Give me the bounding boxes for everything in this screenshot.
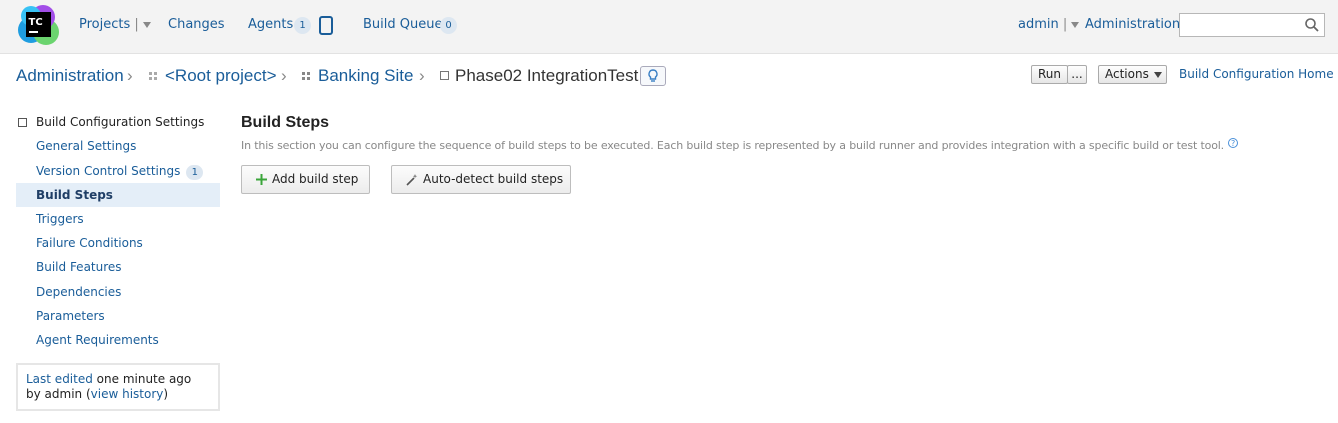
nav-build-queue[interactable]: Build Queue <box>363 17 442 32</box>
build-config-icon <box>440 71 449 80</box>
close-paren: ) <box>163 387 169 401</box>
sidebar-item-label[interactable]: Version Control Settings <box>36 164 180 178</box>
help-icon[interactable]: ? <box>1228 138 1239 148</box>
nav-projects-label[interactable]: Projects <box>79 17 130 32</box>
user-separator: | <box>1062 17 1068 32</box>
sidebar-item-failure-conditions[interactable]: Failure Conditions <box>16 231 220 255</box>
magic-wand-icon <box>406 173 418 186</box>
breadcrumb-root-project[interactable]: <Root project> <box>165 66 277 86</box>
auto-detect-build-steps-button[interactable]: Auto-detect build steps <box>391 165 571 194</box>
view-history-link[interactable]: view history <box>91 387 164 401</box>
sidebar-item-version-control-settings[interactable]: Version Control Settings 1 <box>16 159 220 183</box>
run-more-button[interactable]: ... <box>1067 65 1087 84</box>
teamcity-logo[interactable]: TC <box>17 4 60 47</box>
queue-count-badge: 0 <box>440 17 457 34</box>
last-edited-line: Last edited one minute ago <box>26 372 210 387</box>
actions-dropdown[interactable]: Actions <box>1098 65 1167 84</box>
nav-administration[interactable]: Administration <box>1085 17 1180 32</box>
sidebar-item-parameters[interactable]: Parameters <box>16 304 220 328</box>
sidebar-header: Build Configuration Settings <box>36 115 205 129</box>
plus-icon <box>256 174 267 185</box>
breadcrumb-current: Phase02 IntegrationTest <box>455 66 639 85</box>
logo-text: TC <box>29 17 43 28</box>
breadcrumb-chevron-icon: › <box>419 66 425 85</box>
edited-by-line: by admin (view history) <box>26 387 210 402</box>
agent-status-icon[interactable] <box>319 16 333 35</box>
build-config-icon <box>18 118 27 127</box>
breadcrumb-chevron-icon: › <box>281 66 287 85</box>
search-icon[interactable] <box>1304 17 1320 33</box>
project-grid-icon <box>302 72 310 80</box>
user-dropdown-icon[interactable] <box>1071 21 1080 28</box>
last-edited-time: one minute ago <box>92 372 192 386</box>
sidebar-item-build-features[interactable]: Build Features <box>16 255 220 279</box>
last-edited-link[interactable]: Last edited <box>26 372 93 386</box>
user-menu[interactable]: admin | <box>1018 17 1080 32</box>
actions-label[interactable]: Actions <box>1105 67 1149 81</box>
top-navigation-bar: TC Projects | Changes Agents 1 Build Que… <box>0 0 1338 54</box>
search-input[interactable] <box>1179 13 1325 37</box>
add-build-step-button[interactable]: Add build step <box>241 165 370 194</box>
add-build-step-label[interactable]: Add build step <box>272 172 358 186</box>
nav-projects[interactable]: Projects | <box>79 17 151 32</box>
page-description: In this section you can configure the se… <box>241 138 1239 152</box>
projects-dropdown-icon[interactable] <box>142 21 151 28</box>
description-text: In this section you can configure the se… <box>241 139 1225 152</box>
sidebar-item-general-settings[interactable]: General Settings <box>16 134 220 158</box>
breadcrumb-administration[interactable]: Administration <box>16 66 124 86</box>
last-edited-panel: Last edited one minute ago by admin (vie… <box>16 363 220 411</box>
breadcrumb-chevron-icon: › <box>127 66 133 85</box>
auto-detect-label[interactable]: Auto-detect build steps <box>423 172 563 186</box>
project-grid-icon <box>149 72 157 80</box>
nav-separator: | <box>134 17 139 32</box>
vcs-count-badge: 1 <box>186 165 204 180</box>
chevron-down-icon[interactable] <box>1153 71 1162 78</box>
nav-agents[interactable]: Agents <box>248 17 293 32</box>
sidebar-item-dependencies[interactable]: Dependencies <box>16 280 220 304</box>
run-button[interactable]: Run <box>1031 65 1068 84</box>
sidebar-item-build-steps[interactable]: Build Steps <box>16 183 220 207</box>
agents-count-badge: 1 <box>294 17 311 34</box>
user-name[interactable]: admin <box>1018 17 1059 32</box>
hint-button[interactable] <box>640 66 666 86</box>
sidebar-item-agent-requirements[interactable]: Agent Requirements <box>16 328 220 352</box>
build-configuration-home-link[interactable]: Build Configuration Home <box>1179 67 1334 81</box>
page-title: Build Steps <box>241 114 330 131</box>
edited-by-user: by admin ( <box>26 387 91 401</box>
nav-changes[interactable]: Changes <box>168 17 225 32</box>
sidebar-item-triggers[interactable]: Triggers <box>16 207 220 231</box>
lightbulb-icon <box>648 69 658 82</box>
breadcrumb-banking-site[interactable]: Banking Site <box>318 66 413 86</box>
